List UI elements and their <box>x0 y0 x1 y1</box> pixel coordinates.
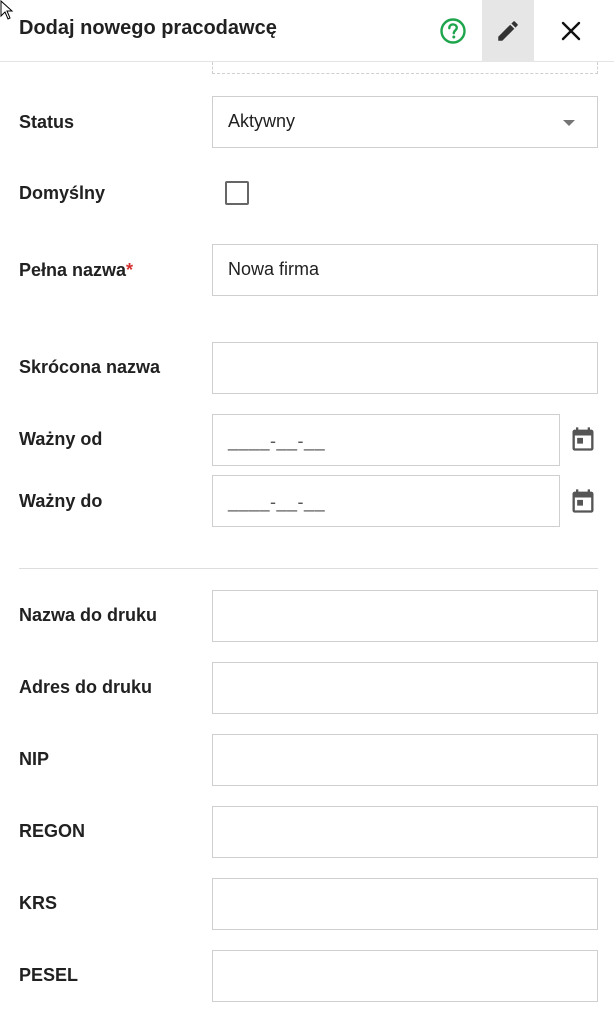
valid-to-input[interactable]: ____-__-__ <box>212 475 560 527</box>
pesel-label: PESEL <box>19 965 79 985</box>
chevron-down-icon <box>563 120 575 126</box>
status-label: Status <box>19 112 75 132</box>
valid-from-label: Ważny od <box>19 429 103 449</box>
valid-from-calendar-button[interactable] <box>569 425 597 453</box>
valid-from-input[interactable]: ____-__-__ <box>212 414 560 466</box>
regon-label: REGON <box>19 821 86 841</box>
close-button[interactable] <box>556 16 586 46</box>
status-select-value: Aktywny <box>228 111 296 131</box>
print-name-label: Nazwa do druku <box>19 605 158 625</box>
full-name-label-text: Pełna nazwa <box>19 260 127 280</box>
valid-to-calendar-button[interactable] <box>569 487 597 515</box>
dialog-title: Dodaj nowego pracodawcę <box>19 17 277 39</box>
full-name-value: Nowa firma <box>228 259 320 279</box>
default-label: Domyślny <box>19 183 106 203</box>
close-icon <box>561 21 581 41</box>
edit-button[interactable] <box>482 0 534 62</box>
krs-label: KRS <box>19 893 58 913</box>
print-address-label: Adres do druku <box>19 677 153 697</box>
help-circle-icon <box>440 18 466 44</box>
section-divider <box>19 568 598 569</box>
mouse-cursor-icon <box>0 0 14 20</box>
valid-to-mask: ____-__-__ <box>228 492 326 512</box>
print-name-input[interactable] <box>212 590 598 642</box>
dialog-header: Dodaj nowego pracodawcę <box>0 0 614 62</box>
nip-input[interactable] <box>212 734 598 786</box>
calendar-icon <box>572 427 594 451</box>
short-name-input[interactable] <box>212 342 598 394</box>
required-marker: * <box>126 260 134 280</box>
regon-input[interactable] <box>212 806 598 858</box>
full-name-label: Pełna nazwa* <box>19 260 133 281</box>
valid-from-mask: ____-__-__ <box>228 431 326 451</box>
valid-to-label: Ważny do <box>19 491 103 511</box>
default-checkbox[interactable] <box>225 181 249 205</box>
scrolled-field-remnant <box>212 62 598 74</box>
help-button[interactable] <box>438 16 468 46</box>
full-name-input[interactable]: Nowa firma <box>212 244 598 296</box>
pencil-icon <box>498 21 518 41</box>
nip-label: NIP <box>19 749 50 769</box>
pesel-input[interactable] <box>212 950 598 1002</box>
print-address-input[interactable] <box>212 662 598 714</box>
short-name-label: Skrócona nazwa <box>19 357 161 377</box>
krs-input[interactable] <box>212 878 598 930</box>
status-select[interactable]: Aktywny <box>212 96 598 148</box>
calendar-icon <box>572 489 594 513</box>
